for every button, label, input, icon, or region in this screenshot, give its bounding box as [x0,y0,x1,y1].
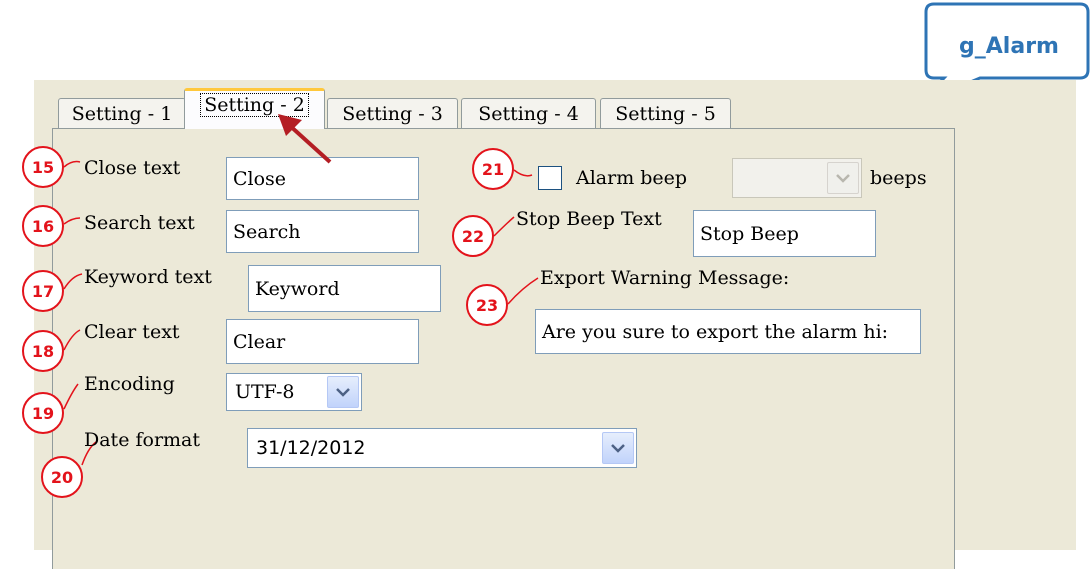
alarm-beep-label: Alarm beep [576,167,688,189]
stop-beep-text-input[interactable]: Stop Beep [693,210,876,257]
beeps-suffix-label: beeps [870,167,927,189]
encoding-dropdown-button[interactable] [327,376,359,408]
encoding-select[interactable]: UTF-8 [226,373,362,411]
search-text-label: Search text [84,212,195,234]
badge-22: 22 [452,215,494,257]
date-format-value: 31/12/2012 [256,437,366,459]
alarm-beep-checkbox[interactable] [538,166,562,190]
export-warning-input[interactable]: Are you sure to export the alarm hi: [535,309,921,354]
encoding-label: Encoding [84,373,175,395]
badge-23: 23 [466,284,508,326]
badge-19: 19 [22,392,64,434]
clear-text-label: Clear text [84,321,180,343]
alarm-beep-dropdown-button[interactable] [827,162,859,194]
chevron-down-icon [611,444,625,453]
keyword-text-label: Keyword text [84,266,212,288]
encoding-value: UTF-8 [235,381,295,403]
date-format-dropdown-button[interactable] [602,432,634,464]
badge-21: 21 [472,148,514,190]
alarm-beep-count-select[interactable] [732,158,862,198]
badge-20: 20 [41,456,83,498]
badge-16: 16 [22,205,64,247]
pointer-arrow-icon [278,114,332,164]
search-text-input[interactable]: Search [226,210,419,253]
date-format-label: Date format [84,429,201,451]
badge-18: 18 [22,330,64,372]
stop-beep-text-label: Stop Beep Text [516,208,662,230]
keyword-text-input[interactable]: Keyword [248,265,441,312]
badge-17: 17 [22,270,64,312]
date-format-select[interactable]: 31/12/2012 [247,428,637,468]
chevron-down-icon [336,388,350,397]
close-text-label: Close text [84,157,181,179]
clear-text-input[interactable]: Clear [226,319,419,364]
badge-15: 15 [22,146,64,188]
chevron-down-icon [836,174,850,183]
export-warning-label: Export Warning Message: [540,267,790,289]
